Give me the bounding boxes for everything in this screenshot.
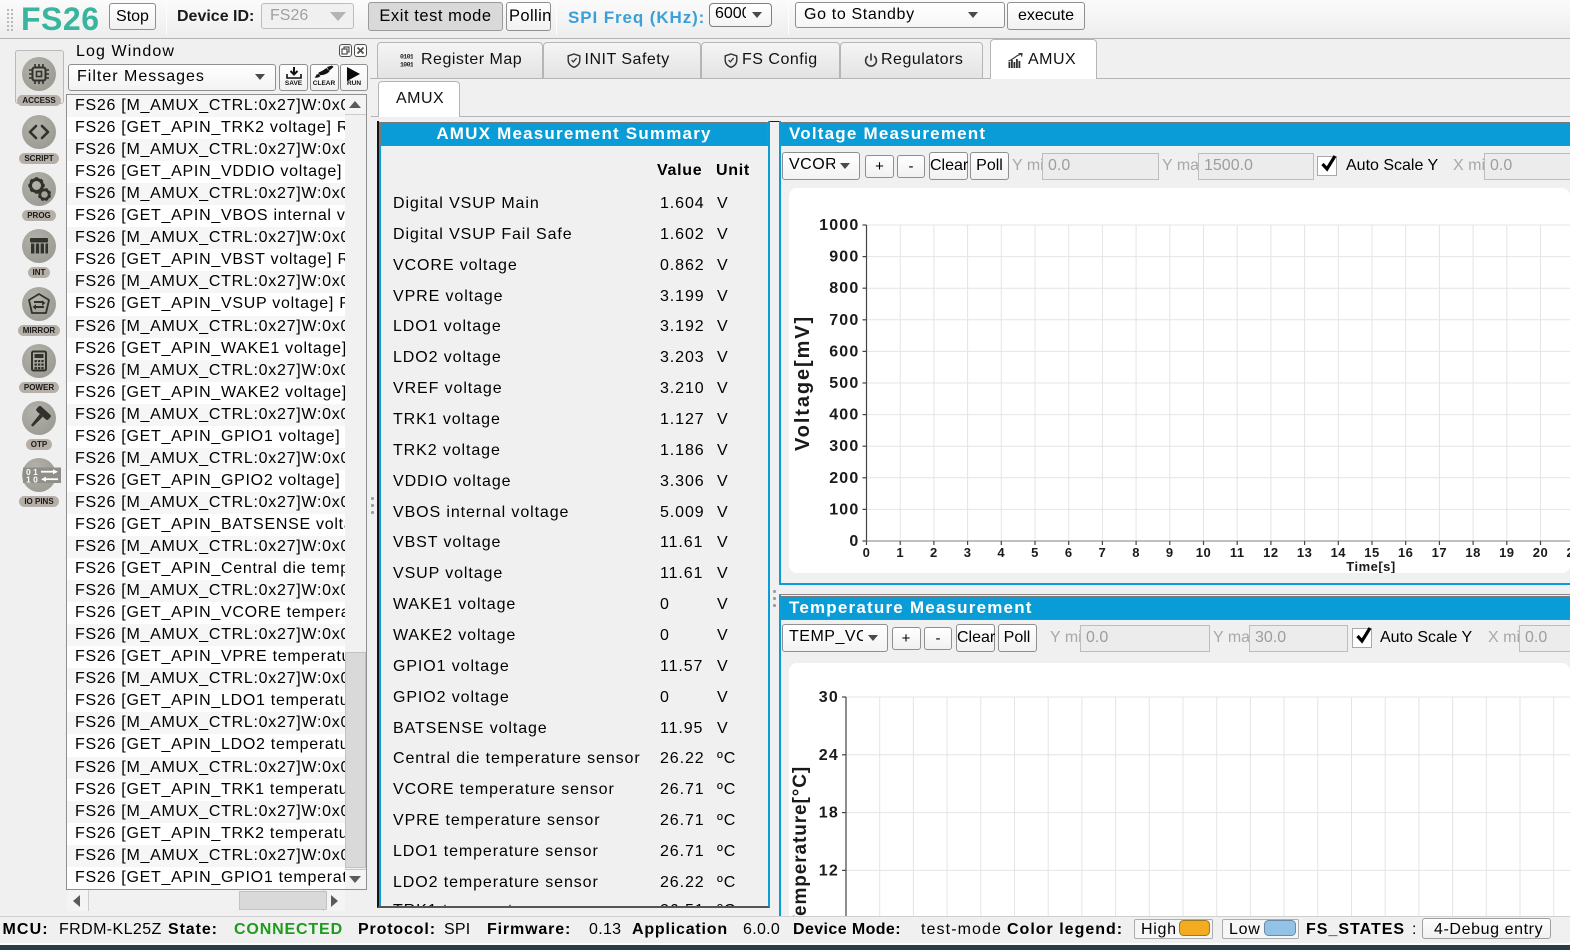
svg-text:0: 0 bbox=[849, 533, 859, 550]
svg-text:1: 1 bbox=[896, 545, 904, 560]
svg-text:6: 6 bbox=[1065, 545, 1073, 560]
svg-text:14: 14 bbox=[1331, 545, 1347, 560]
svg-text:300: 300 bbox=[829, 438, 859, 455]
svg-text:10: 10 bbox=[1196, 545, 1211, 560]
svg-text:100: 100 bbox=[829, 501, 859, 518]
svg-text:17: 17 bbox=[1432, 545, 1447, 560]
svg-text:12: 12 bbox=[1263, 545, 1278, 560]
svg-text:1001: 1001 bbox=[400, 62, 413, 69]
svg-text:8: 8 bbox=[1132, 545, 1140, 560]
svg-text:900: 900 bbox=[829, 249, 859, 266]
svg-text:500: 500 bbox=[829, 375, 859, 392]
svg-text:16: 16 bbox=[1398, 545, 1413, 560]
svg-text:9: 9 bbox=[1166, 545, 1174, 560]
svg-text:1 0: 1 0 bbox=[26, 475, 38, 485]
svg-text:0101: 0101 bbox=[400, 54, 413, 61]
svg-text:21: 21 bbox=[1566, 545, 1570, 560]
svg-text:30: 30 bbox=[819, 689, 839, 706]
svg-text:700: 700 bbox=[829, 312, 859, 329]
svg-text:13: 13 bbox=[1297, 545, 1312, 560]
svg-text:600: 600 bbox=[829, 343, 859, 360]
svg-text:Time[s]: Time[s] bbox=[1346, 559, 1396, 573]
svg-text:Temperature[°C]: Temperature[°C] bbox=[790, 766, 811, 916]
svg-text:5: 5 bbox=[1031, 545, 1039, 560]
svg-text:Voltage[mV]: Voltage[mV] bbox=[792, 315, 814, 451]
svg-text:1000: 1000 bbox=[819, 217, 859, 234]
svg-text:19: 19 bbox=[1499, 545, 1514, 560]
svg-text:4: 4 bbox=[997, 545, 1005, 560]
svg-text:24: 24 bbox=[819, 747, 839, 764]
svg-text:0: 0 bbox=[863, 545, 871, 560]
svg-text:18: 18 bbox=[1465, 545, 1480, 560]
svg-text:15: 15 bbox=[1364, 545, 1379, 560]
svg-text:3: 3 bbox=[964, 545, 972, 560]
svg-text:400: 400 bbox=[829, 407, 859, 424]
svg-text:12: 12 bbox=[819, 862, 839, 879]
svg-text:7: 7 bbox=[1099, 545, 1107, 560]
svg-text:200: 200 bbox=[829, 470, 859, 487]
svg-text:11: 11 bbox=[1230, 545, 1245, 560]
svg-text:20: 20 bbox=[1533, 545, 1548, 560]
svg-text:2: 2 bbox=[930, 545, 938, 560]
svg-text:18: 18 bbox=[819, 805, 839, 822]
svg-text:800: 800 bbox=[829, 280, 859, 297]
